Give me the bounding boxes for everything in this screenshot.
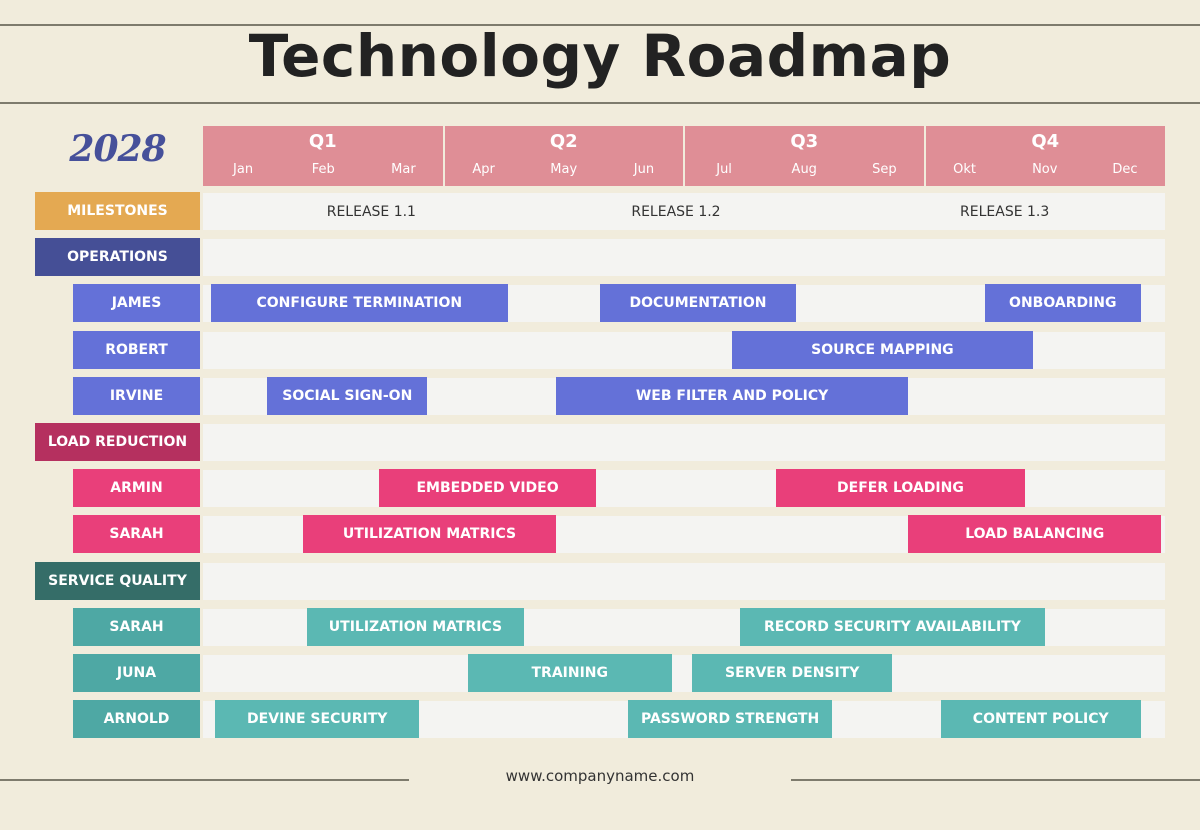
task-row — [203, 655, 1165, 692]
group-row — [203, 424, 1165, 461]
task-bar: CONTENT POLICY — [940, 700, 1141, 739]
task-bar: SOCIAL SIGN-ON — [267, 376, 428, 415]
task-bar: CONFIGURE TERMINATION — [211, 284, 508, 323]
month-label: Okt — [953, 162, 976, 177]
assignee-label: IRVINE — [73, 376, 200, 415]
group-header: LOAD REDUCTION — [35, 423, 200, 461]
assignee-label: SARAH — [73, 607, 200, 646]
month-label: Nov — [1032, 162, 1058, 177]
assignee-label: SARAH — [73, 515, 200, 554]
task-bar: DEVINE SECURITY — [215, 700, 420, 739]
task-bar: UTILIZATION MATRICS — [307, 607, 524, 646]
month-label: Jan — [233, 162, 254, 177]
task-bar: EMBEDDED VIDEO — [379, 469, 596, 508]
milestones-label: MILESTONES — [35, 192, 200, 230]
assignee-label: JAMES — [73, 284, 200, 323]
task-bar: PASSWORD STRENGTH — [627, 700, 833, 739]
footer-url: www.companyname.com — [505, 767, 695, 785]
group-row — [203, 239, 1165, 277]
month-label: May — [550, 162, 578, 177]
task-bar: WEB FILTER AND POLICY — [555, 376, 909, 415]
task-bar: RECORD SECURITY AVAILABILITY — [740, 607, 1045, 646]
month-label: Apr — [472, 162, 495, 177]
page-title: Technology Roadmap — [248, 22, 952, 90]
group-header: SERVICE QUALITY — [35, 561, 200, 600]
task-bar: DOCUMENTATION — [599, 284, 797, 323]
month-label: Dec — [1112, 162, 1138, 177]
assignee-label: JUNA — [73, 654, 200, 692]
footer-rule-left — [0, 779, 409, 781]
month-label: Aug — [791, 162, 817, 177]
title-underline — [0, 102, 1200, 104]
month-label: Sep — [872, 162, 897, 177]
assignee-label: ARMIN — [73, 469, 200, 508]
quarter-label: Q2 — [549, 131, 578, 152]
quarter-header: Q3 Jul Aug Sep — [685, 126, 924, 186]
month-label: Jul — [716, 162, 732, 177]
quarter-header: Q1 Jan Feb Mar — [203, 126, 443, 186]
quarter-label: Q4 — [1031, 131, 1060, 152]
month-label: Jun — [633, 162, 655, 177]
quarter-label: Q1 — [308, 131, 337, 152]
group-row — [203, 562, 1165, 600]
task-bar: SERVER DENSITY — [692, 654, 893, 692]
quarter-header: Q2 Apr May Jun — [444, 126, 683, 186]
month-label: Mar — [391, 162, 416, 177]
assignee-label: ROBERT — [73, 330, 200, 369]
year-label: 2028 — [69, 128, 166, 170]
month-label: Feb — [311, 162, 335, 177]
footer-rule-right — [791, 779, 1200, 781]
quarter-header: Q4 Okt Nov Dec — [925, 126, 1165, 186]
task-bar: LOAD BALANCING — [908, 515, 1161, 554]
milestone-marker: RELEASE 1.1 — [326, 203, 416, 220]
task-bar: TRAINING — [467, 654, 672, 692]
task-bar: SOURCE MAPPING — [732, 330, 1033, 369]
task-bar: UTILIZATION MATRICS — [303, 515, 556, 554]
task-bar: ONBOARDING — [984, 284, 1141, 323]
assignee-label: ARNOLD — [73, 700, 200, 739]
quarter-label: Q3 — [790, 131, 819, 152]
milestone-marker: RELEASE 1.3 — [960, 203, 1050, 220]
milestone-marker: RELEASE 1.2 — [631, 203, 721, 220]
group-header: OPERATIONS — [35, 238, 200, 277]
task-bar: DEFER LOADING — [776, 469, 1025, 508]
